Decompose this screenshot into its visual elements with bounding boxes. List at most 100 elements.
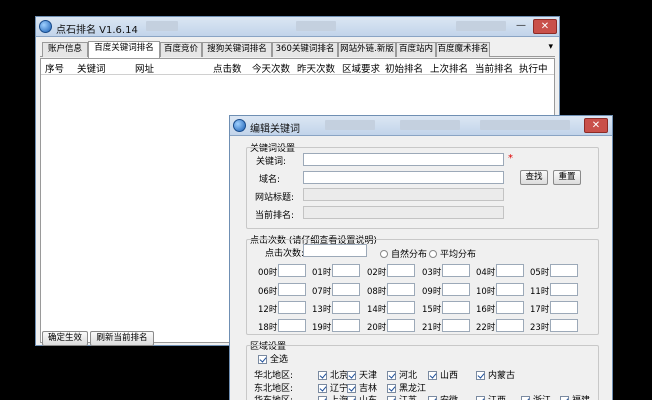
region-checkbox[interactable]: 北京 (318, 368, 348, 381)
hour-clicks-input[interactable] (278, 301, 306, 314)
dialog-title: 编辑关键词 (250, 124, 300, 135)
hour-clicks-input[interactable] (387, 301, 415, 314)
region-checkbox[interactable]: 内蒙古 (476, 368, 515, 381)
tab-bar: 账户信息 百度关键词排名 百度竞价 搜狗关键词排名 360关键词排名 网站外链.… (40, 41, 555, 58)
region-checkbox-label: 安徽 (440, 396, 458, 400)
hour-clicks-input[interactable] (550, 319, 578, 332)
hour-clicks-input[interactable] (332, 264, 360, 277)
dialog-titlebar[interactable]: 编辑关键词 ✕ (230, 116, 612, 136)
tab-baidu-onsite[interactable]: 百度站内 (396, 42, 436, 57)
hour-clicks-input[interactable] (442, 301, 470, 314)
column-header[interactable]: 网址 (135, 61, 154, 75)
region-checkbox-label: 江西 (488, 396, 506, 400)
checkbox-checked-icon (521, 396, 530, 400)
column-header[interactable]: 上次排名 (430, 61, 468, 75)
region-checkbox[interactable]: 江苏 (387, 393, 417, 400)
hour-clicks-input[interactable] (387, 319, 415, 332)
tab-baidu-magic-rank[interactable]: 百度魔术排名 (436, 42, 490, 57)
hour-label: 07时 (312, 287, 332, 297)
hour-clicks-input[interactable] (496, 283, 524, 296)
column-header[interactable]: 区域要求 (342, 61, 380, 75)
region-checkbox-label: 上海 (330, 396, 348, 400)
checkbox-checked-icon (387, 371, 396, 380)
main-titlebar[interactable]: 点石排名 V1.6.14 — ✕ (36, 17, 559, 37)
checkbox-checked-icon (318, 371, 327, 380)
hour-clicks-input[interactable] (278, 319, 306, 332)
hour-clicks-input[interactable] (278, 283, 306, 296)
tab-account-info[interactable]: 账户信息 (42, 42, 88, 57)
checkbox-checked-icon (347, 384, 356, 393)
select-all-checkbox[interactable]: 全选 (258, 352, 288, 365)
hour-clicks-input[interactable] (550, 283, 578, 296)
blurred-title-info (296, 21, 336, 31)
tab-baidu-keyword-rank[interactable]: 百度关键词排名 (88, 41, 160, 58)
column-header[interactable]: 初始排名 (385, 61, 423, 75)
region-checkbox[interactable]: 上海 (318, 393, 348, 400)
region-checkbox[interactable]: 安徽 (428, 393, 458, 400)
column-header[interactable]: 点击数 (213, 61, 242, 75)
hour-clicks-input[interactable] (278, 264, 306, 277)
minimize-button[interactable]: — (511, 19, 531, 34)
region-checkbox[interactable]: 河北 (387, 368, 417, 381)
tab-360-keyword-rank[interactable]: 360关键词排名 (272, 42, 338, 57)
table-header: 序号 关键词 网址 点击数 今天次数 昨天次数 区域要求 初始排名 上次排名 当… (41, 59, 554, 75)
natural-distribution-radio[interactable]: 自然分布 (380, 247, 427, 260)
refresh-rank-button[interactable]: 刷新当前排名 (90, 331, 154, 346)
keyword-input[interactable] (303, 153, 504, 166)
hour-clicks-input[interactable] (332, 319, 360, 332)
column-header[interactable]: 昨天次数 (297, 61, 335, 75)
tab-baidu-bidding[interactable]: 百度竞价 (160, 42, 202, 57)
region-checkbox-label: 福建 (572, 396, 590, 400)
tab-overflow-menu-icon[interactable]: ▾ (548, 42, 553, 52)
hour-clicks-input[interactable] (496, 319, 524, 332)
close-button[interactable]: ✕ (533, 19, 557, 34)
domain-input[interactable] (303, 171, 504, 184)
hour-label: 21时 (422, 323, 442, 333)
reset-button[interactable]: 重置 (553, 170, 581, 185)
hour-clicks-input[interactable] (387, 264, 415, 277)
hour-label: 14时 (367, 305, 387, 315)
region-checkbox[interactable]: 江西 (476, 393, 506, 400)
region-checkbox[interactable]: 浙江 (521, 393, 551, 400)
hour-clicks-input[interactable] (550, 264, 578, 277)
column-header[interactable]: 当前排名 (475, 61, 513, 75)
region-checkbox[interactable]: 福建 (560, 393, 590, 400)
hour-clicks-input[interactable] (442, 283, 470, 296)
hour-label: 23时 (530, 323, 550, 333)
hour-clicks-input[interactable] (496, 264, 524, 277)
tab-sogou-keyword-rank[interactable]: 搜狗关键词排名 (202, 42, 272, 57)
close-button[interactable]: ✕ (584, 118, 608, 133)
region-checkbox-label: 山西 (440, 371, 459, 381)
region-checkbox[interactable]: 山西 (428, 368, 458, 381)
hour-label: 13时 (312, 305, 332, 315)
hour-clicks-input[interactable] (332, 301, 360, 314)
hour-clicks-input[interactable] (496, 301, 524, 314)
blurred-title-info (400, 120, 460, 130)
hour-label: 01时 (312, 268, 332, 278)
column-header[interactable]: 序号 (45, 61, 64, 75)
column-header[interactable]: 关键词 (77, 61, 106, 75)
site-title-field (303, 188, 504, 201)
hour-label: 04时 (476, 268, 496, 278)
blurred-title-info (325, 120, 375, 130)
hour-label: 11时 (530, 287, 550, 297)
keyword-label: 关键词: (255, 157, 286, 167)
tab-site-backlinks[interactable]: 网站外链.新版 (338, 42, 396, 57)
region-checkbox-label: 江苏 (399, 396, 417, 400)
hour-label: 15时 (422, 305, 442, 315)
region-checkbox[interactable]: 山东 (347, 393, 377, 400)
column-header[interactable]: 执行中 (519, 61, 548, 75)
confirm-button[interactable]: 确定生效 (42, 331, 88, 346)
hour-clicks-input[interactable] (332, 283, 360, 296)
average-distribution-radio[interactable]: 平均分布 (429, 247, 476, 260)
main-window-title: 点石排名 V1.6.14 (56, 25, 138, 36)
hour-clicks-input[interactable] (387, 283, 415, 296)
column-header[interactable]: 今天次数 (252, 61, 290, 75)
region-checkbox[interactable]: 天津 (347, 368, 377, 381)
hour-clicks-input[interactable] (550, 301, 578, 314)
app-logo-icon (233, 119, 246, 132)
lookup-button[interactable]: 查找 (520, 170, 548, 185)
hour-clicks-input[interactable] (442, 319, 470, 332)
clicks-input[interactable] (303, 244, 367, 257)
hour-clicks-input[interactable] (442, 264, 470, 277)
